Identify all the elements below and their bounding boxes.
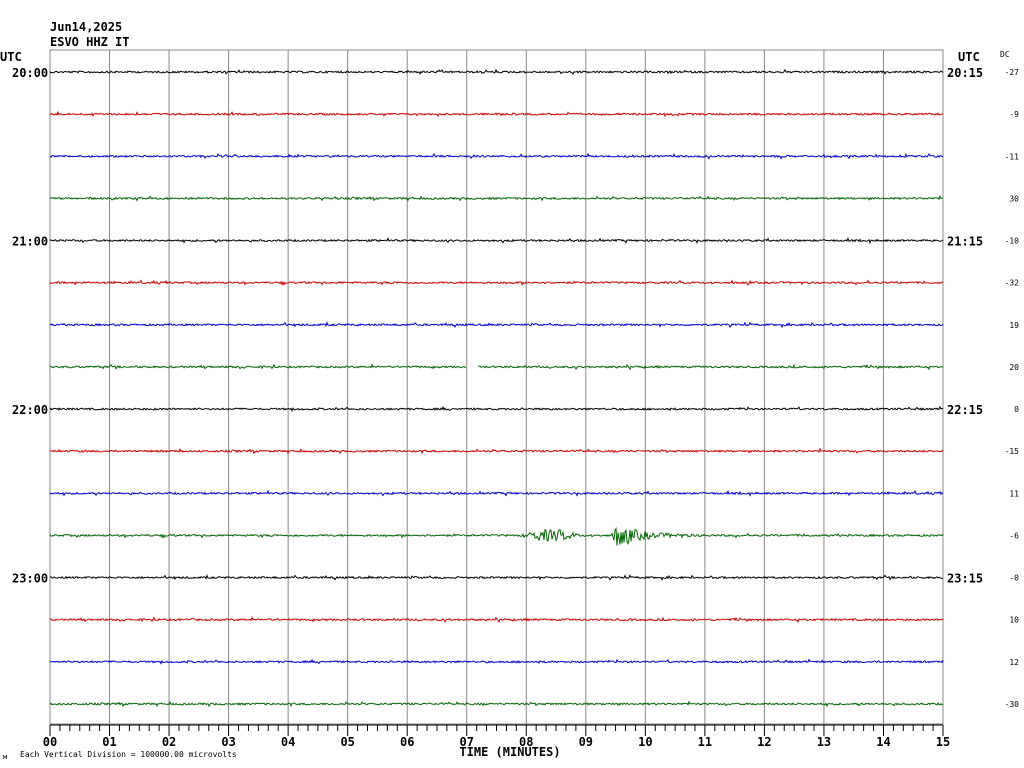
trace-line [49,194,944,202]
row-time-right: 23:15 [947,572,983,586]
row-dc-offset: 12 [1009,658,1019,667]
row-time-right: 21:15 [947,235,983,249]
trace-line [49,363,944,371]
row-dc-offset: 19 [1009,321,1019,330]
row-label-layer: 20:00 20:15 -27 -9 -11 30 21:00 21:15 -10 -32 19 20… [12,66,1019,709]
row-dc-offset: -0 [1009,574,1019,583]
x-tick-label: 04 [281,735,295,749]
row-dc-offset: -6 [1009,531,1019,540]
x-tick-label: 03 [221,735,235,749]
x-tick-label: 01 [102,735,116,749]
row-dc-offset: -27 [1005,68,1020,77]
x-tick-label: 15 [936,735,950,749]
trace-line [49,405,944,413]
x-tick-label: 06 [400,735,414,749]
trace-line [49,68,944,76]
row-time-right: 20:15 [947,66,983,80]
row-dc-offset: -30 [1005,700,1020,709]
date-label: Jun14,2025 [50,20,122,34]
x-tick-label: 11 [698,735,712,749]
station-label: ESVO HHZ IT [50,35,129,49]
row-dc-offset: 10 [1009,616,1019,625]
row-dc-offset: -32 [1005,279,1020,288]
x-tick-label: 12 [757,735,771,749]
row-time-right: 22:15 [947,403,983,417]
x-tick-label: 10 [638,735,652,749]
scale-note: Each Vertical Division = 100000.00 micro… [20,750,237,759]
x-tick-label: 02 [162,735,176,749]
row-dc-offset: 30 [1009,194,1019,203]
x-tick-label: 05 [340,735,354,749]
trace-layer [49,68,944,708]
trace-line [49,110,944,118]
row-dc-offset: -11 [1005,152,1020,161]
trace-line [49,700,944,708]
row-dc-offset: 11 [1009,489,1019,498]
trace-line [50,574,944,581]
trace-line [49,616,944,624]
row-time-left: 23:00 [12,572,48,586]
dc-header-label: DC [1000,50,1010,59]
utc-left-label: UTC [0,50,22,64]
row-dc-offset: -9 [1009,110,1019,119]
row-time-left: 20:00 [12,66,48,80]
x-axis-title: TIME (MINUTES) [459,745,560,759]
row-dc-offset: 0 [1014,405,1019,414]
utc-right-label: UTC [958,50,980,64]
trace-line [49,152,944,160]
grid-layer [49,49,944,725]
row-time-left: 21:00 [12,235,48,249]
trace-line [49,447,944,455]
row-dc-offset: -15 [1005,447,1020,456]
x-tick-label: 13 [817,735,831,749]
trace-line [49,526,944,546]
seismogram-chart: Jun14,2025 ESVO HHZ IT UTC UTC DC 20:00 2… [0,20,1019,761]
row-dc-offset: 20 [1009,363,1019,372]
trace-line [49,279,944,287]
row-dc-offset: -10 [1005,237,1020,246]
trace-line [49,658,944,665]
trace-line [49,489,944,497]
x-tick-label: 14 [876,735,890,749]
scale-marker-icon: м [3,753,8,761]
trace-line [49,236,944,245]
row-time-left: 22:00 [12,403,48,417]
x-tick-label: 09 [579,735,593,749]
plot-frame [49,49,944,725]
x-tick-label: 00 [43,735,57,749]
trace-line [49,321,944,329]
